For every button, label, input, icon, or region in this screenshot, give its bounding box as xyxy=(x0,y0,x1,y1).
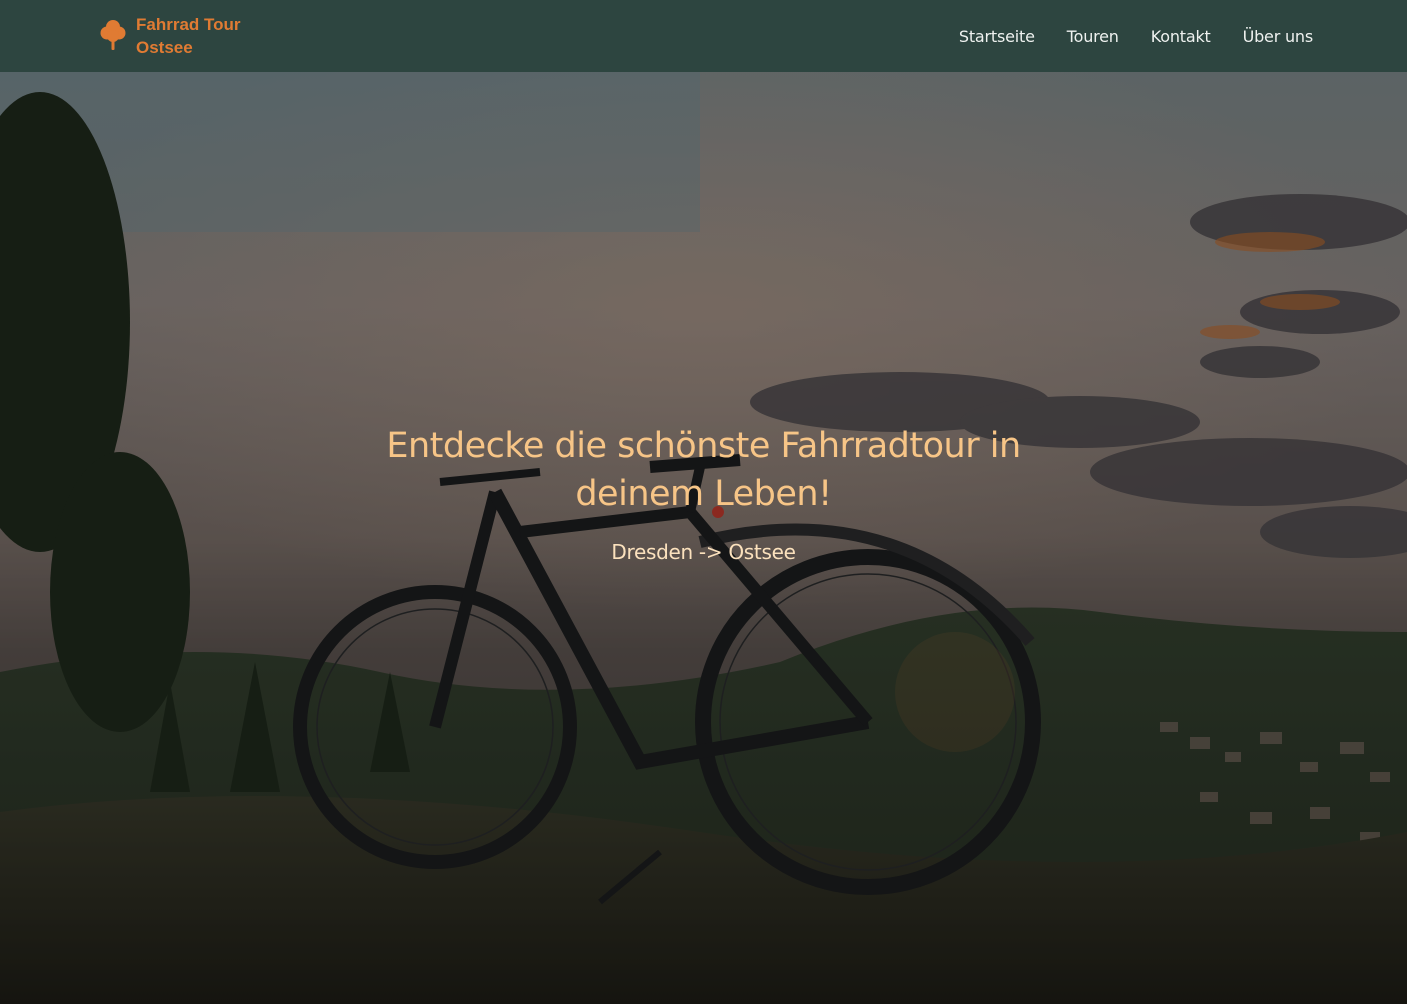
tree-icon xyxy=(100,20,126,50)
navbar: Fahrrad Tour Ostsee Startseite Touren Ko… xyxy=(0,0,1407,72)
nav-item-ueber-uns: Über uns xyxy=(1243,27,1314,46)
hero-subtitle: Dresden -> Ostsee xyxy=(611,540,796,564)
nav-link-touren[interactable]: Touren xyxy=(1067,27,1119,46)
nav-list: Startseite Touren Kontakt Über uns xyxy=(959,27,1313,46)
hero-title: Entdecke die schönste Fahrradtour in dei… xyxy=(386,426,1021,514)
nav-link-startseite[interactable]: Startseite xyxy=(959,27,1035,46)
nav-item-kontakt: Kontakt xyxy=(1151,27,1211,46)
nav-item-startseite: Startseite xyxy=(959,27,1035,46)
brand-line-2: Ostsee xyxy=(136,38,193,57)
nav-item-touren: Touren xyxy=(1067,27,1119,46)
nav-link-kontakt[interactable]: Kontakt xyxy=(1151,27,1211,46)
hero-section: Entdecke die schönste Fahrradtour in dei… xyxy=(0,72,1407,1004)
brand-line-1: Fahrrad Tour xyxy=(136,15,241,34)
brand-name: Fahrrad Tour Ostsee xyxy=(136,13,241,59)
brand-logo-link[interactable]: Fahrrad Tour Ostsee xyxy=(98,13,241,59)
main-navigation: Startseite Touren Kontakt Über uns xyxy=(959,27,1313,46)
nav-link-ueber-uns[interactable]: Über uns xyxy=(1243,27,1314,46)
hero-content: Entdecke die schönste Fahrradtour in dei… xyxy=(0,422,1407,564)
